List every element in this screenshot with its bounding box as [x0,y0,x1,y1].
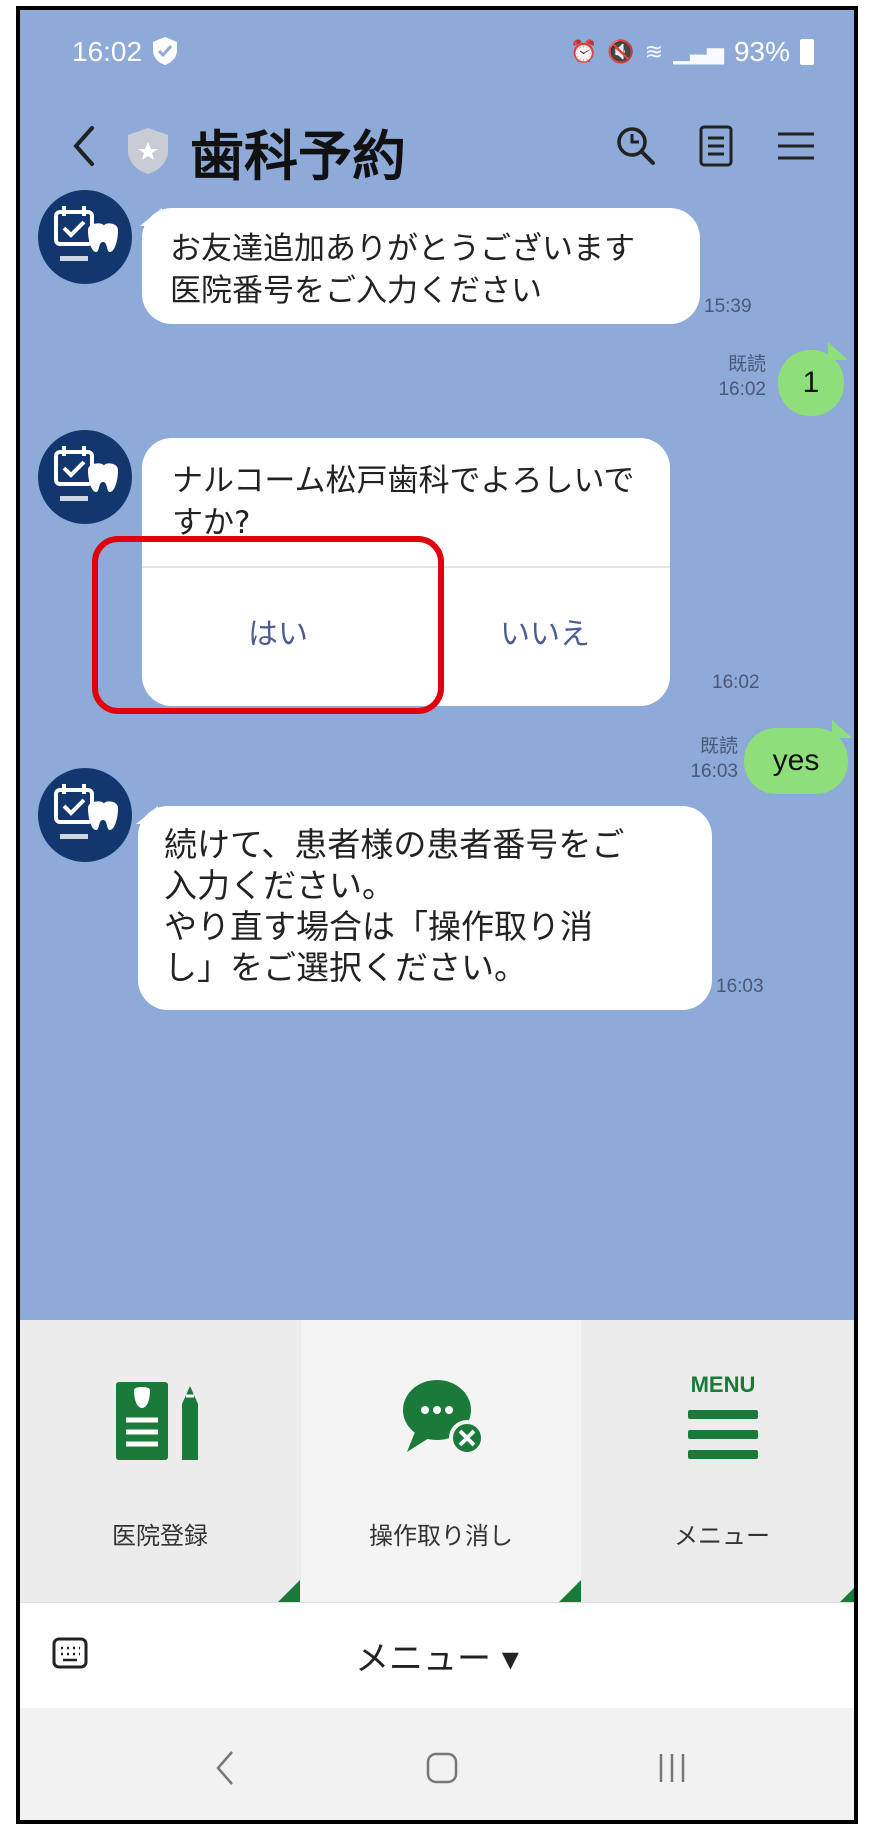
rich-menu-clinic-register[interactable]: 医院登録 [20,1320,300,1602]
bot-message: お友達追加ありがとうございます 医院番号をご入力ください [142,208,700,324]
battery-percent: 93% [733,36,790,67]
status-time: 16:02 [72,36,143,67]
confirm-text: ナルコーム松戸歯科でよろしいで すか? [142,438,670,544]
rich-menu-label: メニュー [674,1522,770,1550]
page-title: 歯科予約 [190,125,406,188]
clinic-register-icon [116,1382,198,1460]
message-time: 16:02 [712,672,760,693]
no-button[interactable]: いいえ [500,614,590,656]
rich-menu-label: 医院登録 [112,1522,208,1550]
signal-icon: ▁▃▅ [673,39,724,64]
calendar-tooth-icon [54,206,118,261]
phone-screen: 16:02 ⏰ 🔇 ≋ ▁▃▅ 93% 歯科予約 お友達追加ありがとうございます… [16,6,858,1824]
cancel-chat-icon [403,1380,485,1456]
message-line: 医院番号をご入力ください [170,273,542,309]
message-line: 続けて、患者様の患者番号をご [164,825,625,864]
alarm-icon: ⏰ [569,39,598,64]
menu-lines-icon [688,1410,758,1459]
highlight-annotation [92,536,444,714]
shield-check-icon [153,37,177,65]
wifi-icon: ≋ [644,39,664,64]
rich-menu: 医院登録 操作取り消し MENU メニュー [20,1320,854,1602]
message-line: し」をご選択ください。 [164,948,527,987]
rich-menu-menu[interactable]: MENU メニュー [582,1320,854,1602]
bot-avatar[interactable] [38,768,132,862]
bot-avatar[interactable] [38,430,132,524]
search-icon[interactable] [612,122,660,170]
message-time: 16:03 [716,976,764,997]
message-line: お友達追加ありがとうございます [170,231,635,267]
system-nav-bar [20,1708,854,1820]
status-icons: ⏰ 🔇 ≋ ▁▃▅ 93% [570,36,814,68]
nav-back-icon[interactable] [210,1746,240,1790]
corner-mark [840,1580,854,1602]
bot-message: 続けて、患者様の患者番号をご 入力ください。 やり直す場合は「操作取り消 し」を… [138,806,712,1010]
chat-header: 歯科予約 [20,100,854,200]
nav-home-icon[interactable] [422,1746,462,1790]
menu-icon-text: MENU [690,1372,756,1397]
message-line: ナルコーム松戸歯科でよろしいで [172,463,635,499]
rich-menu-label: 操作取り消し [369,1522,513,1550]
message-line: 入力ください。 [164,866,395,905]
hamburger-menu-icon[interactable] [772,122,820,170]
corner-mark [278,1580,300,1602]
nav-recents-icon[interactable] [652,1746,692,1790]
corner-mark [559,1580,581,1602]
message-line: やり直す場合は「操作取り消 [164,907,593,946]
back-arrow-icon[interactable] [64,118,104,174]
mute-icon: 🔇 [607,39,635,64]
notes-icon[interactable] [692,122,740,170]
rich-menu-toggle[interactable]: メニュー ▾ [20,1631,854,1680]
message-time: 15:39 [704,296,752,317]
bot-avatar[interactable] [38,190,132,284]
read-receipt: 既読 16:03 [690,736,738,782]
read-receipt: 既読 16:02 [718,354,766,400]
status-bar: 16:02 ⏰ 🔇 ≋ ▁▃▅ 93% [20,10,854,100]
bottom-bar: メニュー ▾ [20,1602,854,1708]
official-shield-icon [128,128,168,174]
calendar-tooth-icon [54,784,118,839]
bubble-tail [832,720,852,738]
bubble-tail [828,342,848,360]
rich-menu-cancel-operation[interactable]: 操作取り消し [301,1320,581,1602]
calendar-tooth-icon [54,446,118,501]
battery-icon [800,39,814,65]
